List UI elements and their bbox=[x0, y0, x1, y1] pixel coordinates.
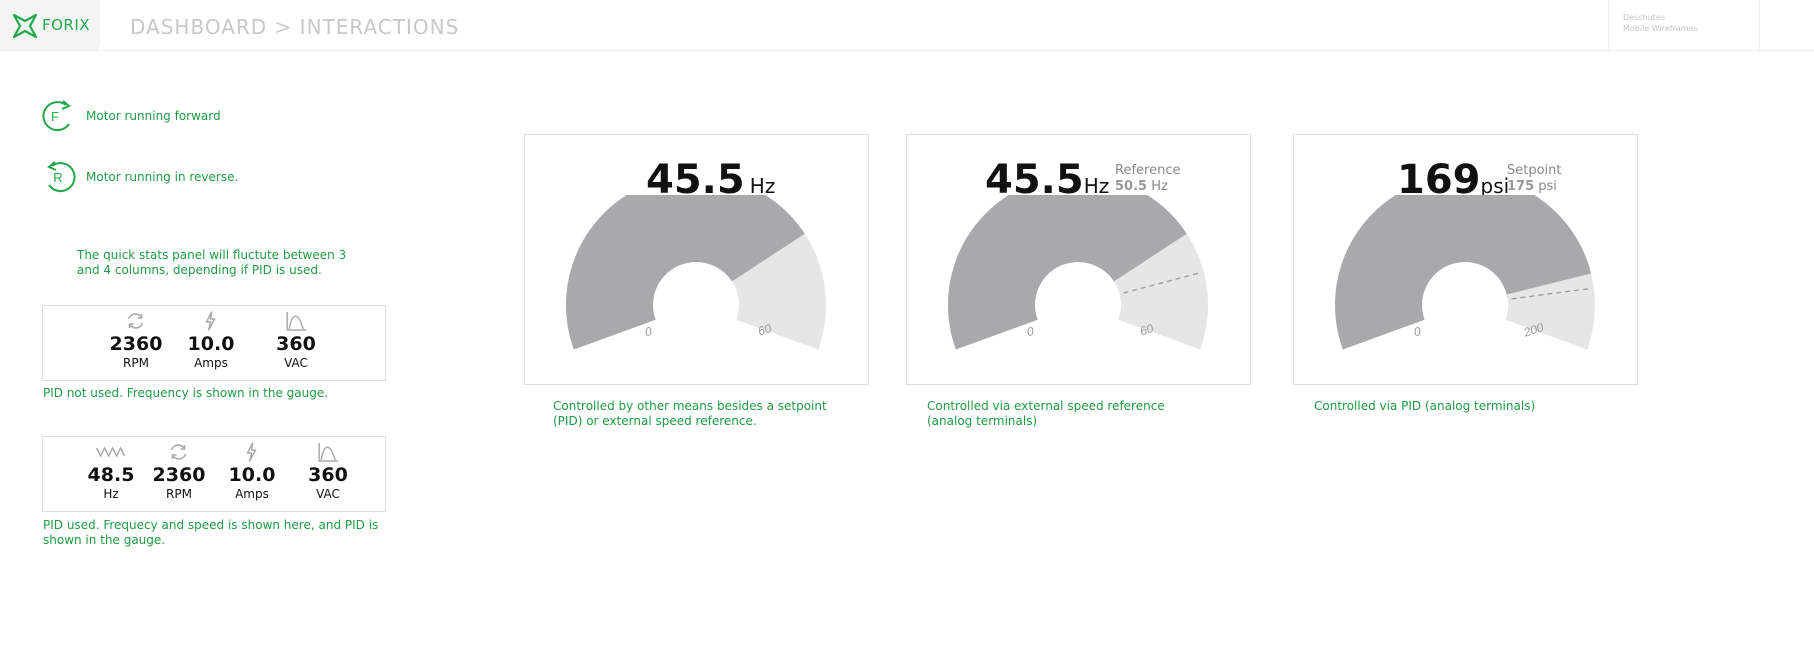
wave-icon bbox=[96, 446, 126, 458]
reverse-letter: R bbox=[53, 170, 62, 185]
breadcrumb: DASHBOARD > INTERACTIONS bbox=[130, 15, 460, 39]
reference-label: Reference bbox=[1115, 163, 1181, 178]
gauge-card-reference: 45.5Hz Reference 50.5 Hz 0 60 bbox=[906, 134, 1251, 385]
voltage-curve-icon bbox=[318, 443, 338, 462]
stat-unit: RPM bbox=[123, 356, 149, 370]
lightning-icon bbox=[206, 311, 216, 331]
gauge-min-label: 0 bbox=[644, 324, 654, 339]
note-pid-used: PID used. Frequecy and speed is shown he… bbox=[43, 518, 379, 547]
gauge-min-label: 0 bbox=[1026, 324, 1036, 339]
lightning-icon bbox=[247, 442, 257, 462]
legend-reverse-label: Motor running in reverse. bbox=[86, 170, 239, 184]
stat-rpm: 2360 RPM bbox=[152, 441, 206, 502]
gauge-caption: Controlled via PID (analog terminals) bbox=[1314, 399, 1536, 413]
stat-vac: 360 VAC bbox=[308, 441, 348, 502]
stat-unit: Hz bbox=[103, 487, 119, 501]
stat-amps: 10.0 Amps bbox=[187, 310, 235, 371]
gauge-card-setpoint: 169psi Setpoint 175 psi 0 200 bbox=[1293, 134, 1638, 385]
top-header: FORIX DASHBOARD > INTERACTIONS Deschutes… bbox=[0, 0, 1814, 51]
legend-forward-label: Motor running forward bbox=[86, 109, 221, 123]
project-subtitle: Mobile Wireframes bbox=[1623, 24, 1698, 33]
stat-value: 10.0 bbox=[187, 333, 235, 355]
forward-rotation-icon: F bbox=[42, 100, 71, 132]
stat-unit: Amps bbox=[194, 356, 228, 370]
gauge-caption: Controlled via external speed reference … bbox=[927, 399, 1165, 428]
legend-forward: F Motor running forward bbox=[41, 98, 221, 134]
rotation-icon bbox=[171, 444, 187, 460]
reference-unit: Hz bbox=[1151, 179, 1168, 194]
reverse-rotation-icon: R bbox=[47, 161, 76, 193]
stat-value: 2360 bbox=[152, 464, 206, 486]
stat-vac: 360 VAC bbox=[276, 310, 316, 371]
gauge-reference: Reference 50.5 Hz bbox=[1115, 163, 1180, 195]
logo-area[interactable]: FORIX bbox=[0, 0, 100, 50]
setpoint-value: 175 bbox=[1507, 179, 1535, 194]
forward-letter: F bbox=[51, 109, 59, 124]
gauge-caption: Controlled by other means besides a setp… bbox=[553, 399, 827, 428]
gauge-setpoint: Setpoint 175 psi bbox=[1507, 163, 1562, 195]
setpoint-unit: psi bbox=[1538, 179, 1557, 194]
stat-value: 2360 bbox=[109, 333, 163, 355]
reference-value: 50.5 bbox=[1115, 179, 1148, 194]
project-info[interactable]: Deschutes Mobile Wireframes bbox=[1608, 0, 1760, 50]
voltage-curve-icon bbox=[286, 312, 306, 331]
stat-unit: VAC bbox=[316, 487, 340, 501]
stat-hz: 48.5 Hz bbox=[87, 441, 135, 502]
setpoint-label: Setpoint bbox=[1507, 163, 1562, 178]
gauge-dial: 0 60 bbox=[566, 195, 826, 350]
legend-reverse: R Motor running in reverse. bbox=[41, 159, 238, 195]
project-name: Deschutes bbox=[1623, 13, 1666, 22]
stat-unit: VAC bbox=[284, 356, 308, 370]
gauge-dial: 0 200 bbox=[1335, 195, 1595, 350]
stat-rpm: 2360 RPM bbox=[109, 310, 163, 371]
gauge-min-label: 0 bbox=[1413, 324, 1423, 339]
stat-value: 360 bbox=[276, 333, 316, 355]
stat-unit: Amps bbox=[235, 487, 269, 501]
forix-logo-icon bbox=[12, 13, 38, 39]
stat-value: 360 bbox=[308, 464, 348, 486]
stat-unit: RPM bbox=[166, 487, 192, 501]
stat-value: 10.0 bbox=[228, 464, 276, 486]
gauge-dial: 0 60 bbox=[948, 195, 1208, 350]
note-pid-not-used: PID not used. Frequency is shown in the … bbox=[43, 386, 329, 400]
gauge-card-basic: 45.5 Hz 0 60 bbox=[524, 134, 869, 385]
stat-value: 48.5 bbox=[87, 464, 135, 486]
quick-stats-3col: 2360 RPM 10.0 Amps 360 VAC bbox=[42, 305, 386, 381]
rotation-icon bbox=[128, 313, 144, 329]
quick-stats-4col: 48.5 Hz 2360 RPM 10.0 Amps 360 VAC bbox=[42, 436, 386, 512]
stat-amps: 10.0 Amps bbox=[228, 441, 276, 502]
note-fluctuate: The quick stats panel will fluctute betw… bbox=[77, 248, 347, 277]
logo-text: FORIX bbox=[42, 16, 91, 34]
